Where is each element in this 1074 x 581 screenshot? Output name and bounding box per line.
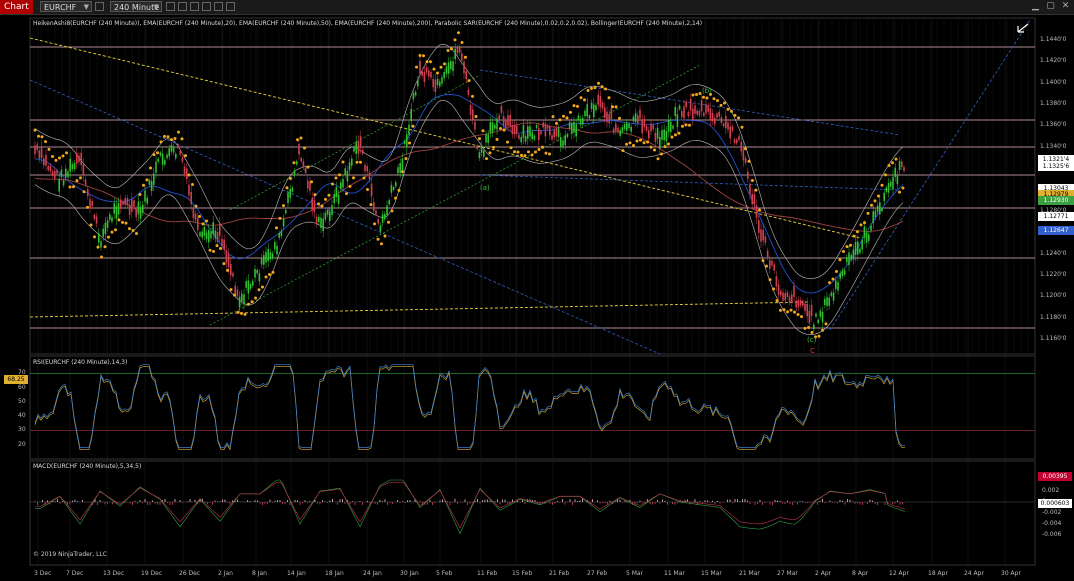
price-tick: 1.1400'0 bbox=[1040, 78, 1067, 86]
macd-panel[interactable] bbox=[29, 460, 1036, 566]
macd-tick: -0.002 bbox=[1042, 509, 1062, 516]
x-axis-label: 30 Apr bbox=[1001, 570, 1021, 577]
price-tick: 1.1240'0 bbox=[1040, 249, 1067, 257]
wave-label-a: (a) bbox=[480, 184, 490, 192]
x-axis-label: 18 Apr bbox=[928, 570, 948, 577]
x-axis-label: 5 Mar bbox=[626, 570, 644, 577]
x-axis-label: 11 Mar bbox=[664, 570, 685, 577]
price-badge: 1.12647 bbox=[1038, 226, 1074, 235]
price-tick: 1.1360'0 bbox=[1040, 121, 1067, 129]
wave-label-C: C bbox=[810, 347, 815, 355]
rsi-value-badge: 68.25 bbox=[4, 375, 28, 384]
x-axis-label: 11 Feb bbox=[477, 570, 498, 577]
wave-label-c: (c) bbox=[807, 336, 817, 344]
price-tick: 1.1440'0 bbox=[1040, 36, 1067, 43]
price-tick: 1.1420'0 bbox=[1040, 57, 1067, 65]
wave-label-b: (b) bbox=[702, 87, 712, 95]
price-badge: 1.1325'6 bbox=[1038, 162, 1074, 171]
price-tick: 1.1220'0 bbox=[1040, 270, 1067, 278]
x-axis-label: 15 Mar bbox=[701, 570, 722, 577]
price-badge: 1.12930 bbox=[1038, 196, 1074, 205]
chart-canvas[interactable] bbox=[0, 0, 1074, 581]
macd-tick: -0.004 bbox=[1042, 520, 1062, 527]
macd-tick: -0.006 bbox=[1042, 531, 1062, 538]
x-axis-label: 13 Dec bbox=[103, 570, 125, 577]
x-axis-label: 18 Jan bbox=[325, 570, 344, 577]
x-axis-label: 2 Apr bbox=[815, 570, 832, 577]
x-axis-label: 7 Dec bbox=[66, 570, 84, 577]
x-axis-label: 14 Jan bbox=[287, 570, 306, 577]
rsi-tick: 40 bbox=[18, 412, 26, 420]
price-panel-label: HeikenAshi8(EURCHF (240 Minute)), EMA(EU… bbox=[33, 20, 703, 27]
rsi-tick: 30 bbox=[18, 426, 26, 434]
x-axis-label: 24 Jan bbox=[363, 570, 382, 577]
x-axis-label: 3 Dec bbox=[34, 570, 52, 577]
price-tick: 1.1380'0 bbox=[1040, 100, 1067, 108]
macd-panel-label: MACD(EURCHF (240 Minute),5,34,5) bbox=[33, 463, 142, 470]
x-axis-label: 30 Jan bbox=[400, 570, 419, 577]
price-tick: 1.1160'0 bbox=[1040, 334, 1067, 342]
x-axis-label: 26 Dec bbox=[179, 570, 201, 577]
x-axis-label: 12 Apr bbox=[889, 570, 909, 577]
macd-signal-badge: 0.000603 bbox=[1038, 499, 1072, 508]
macd-tick: 0.002 bbox=[1042, 487, 1060, 494]
x-axis-label: 2 Jan bbox=[218, 570, 233, 577]
rsi-tick: 50 bbox=[18, 397, 26, 405]
x-axis-label: 15 Feb bbox=[512, 570, 533, 577]
rsi-tick: 20 bbox=[18, 440, 26, 448]
price-tick: 1.1180'0 bbox=[1040, 313, 1067, 321]
x-axis-label: 21 Feb bbox=[549, 570, 570, 577]
x-axis-label: 19 Dec bbox=[141, 570, 163, 577]
rsi-panel-label: RSI(EURCHF (240 Minute),14,3) bbox=[33, 359, 128, 366]
x-axis-label: 21 Mar bbox=[739, 570, 760, 577]
macd-value-badge: 0.00395 bbox=[1038, 472, 1072, 481]
price-tick: 1.1340'0 bbox=[1040, 142, 1067, 150]
copyright-text: © 2019 NinjaTrader, LLC bbox=[33, 551, 107, 558]
rsi-panel[interactable] bbox=[29, 355, 1036, 460]
x-axis-label: 8 Apr bbox=[852, 570, 869, 577]
price-badge: 1.12771 bbox=[1038, 212, 1074, 221]
x-axis-label: 27 Feb bbox=[587, 570, 608, 577]
x-axis-label: 27 Mar bbox=[777, 570, 798, 577]
x-axis-label: 24 Apr bbox=[964, 570, 984, 577]
x-axis-label: 5 Feb bbox=[436, 570, 453, 577]
price-tick: 1.1200'0 bbox=[1040, 292, 1067, 300]
rsi-tick: 60 bbox=[18, 383, 26, 391]
x-axis-label: 8 Jan bbox=[252, 570, 267, 577]
